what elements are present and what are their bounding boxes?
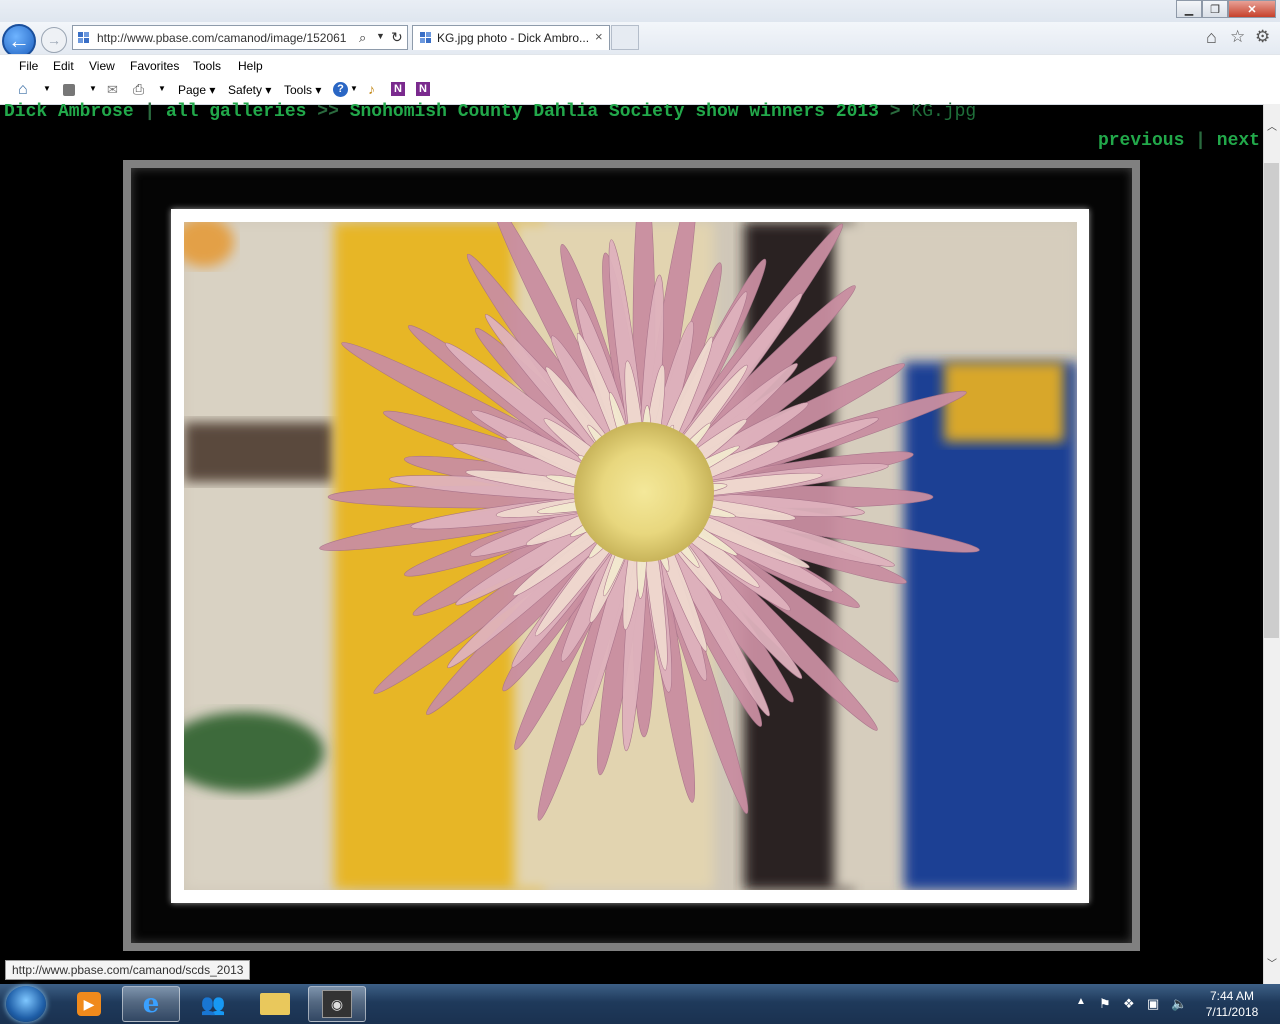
restore-button[interactable]: ❐: [1202, 0, 1228, 18]
show-hidden-icons[interactable]: ▲: [1076, 996, 1086, 1007]
restore-icon: ❐: [1210, 3, 1220, 16]
forward-button[interactable]: →: [41, 27, 67, 53]
mail-icon[interactable]: ✉: [107, 82, 118, 98]
safety-menu-label: Safety: [228, 83, 263, 97]
scroll-down-icon[interactable]: ﹀: [1267, 955, 1277, 970]
network-icon[interactable]: ▣: [1147, 996, 1159, 1012]
previous-link[interactable]: previous: [1098, 131, 1184, 151]
print-icon[interactable]: ⎙: [133, 81, 144, 98]
print-dropdown-icon[interactable]: ▼: [158, 84, 166, 93]
status-url-tooltip: http://www.pbase.com/camanod/scds_2013: [5, 960, 251, 980]
tab-close-icon[interactable]: ×: [595, 29, 603, 44]
system-clock[interactable]: 7:44 AM 7/11/2018: [1196, 988, 1268, 1020]
next-link[interactable]: next: [1217, 131, 1260, 151]
breadcrumb-separator: |: [133, 102, 167, 122]
address-bar[interactable]: http://www.pbase.com/camanod/image/15206…: [72, 25, 408, 50]
flag-icon[interactable]: ⚑: [1099, 996, 1111, 1012]
favorites-star-icon[interactable]: ☆: [1230, 27, 1245, 47]
page-menu-button[interactable]: Page ▾: [178, 83, 215, 97]
eye-icon: ◉: [322, 990, 352, 1018]
menu-view[interactable]: View: [89, 59, 115, 73]
breadcrumb-current-image: KG.jpg: [911, 102, 977, 122]
tab-active[interactable]: KG.jpg photo - Dick Ambro... ×: [412, 25, 610, 50]
breadcrumb-separator: >>: [306, 102, 350, 122]
menu-help[interactable]: Help: [238, 59, 263, 73]
pbase-tab-favicon-icon: [420, 32, 431, 43]
home-cmd-icon[interactable]: ⌂: [18, 81, 28, 99]
pbase-favicon-icon: [78, 32, 89, 43]
scrollbar-thumb[interactable]: [1264, 163, 1279, 638]
page-menu-label: Page: [178, 83, 207, 97]
menu-file[interactable]: File: [19, 59, 38, 73]
close-window-button[interactable]: ✕: [1228, 0, 1276, 18]
dahlia-photo[interactable]: [184, 222, 1077, 890]
taskbar-users-app[interactable]: 👥: [184, 986, 242, 1022]
home-dropdown-icon[interactable]: ▼: [43, 84, 51, 93]
taskbar-media-player[interactable]: ▶: [60, 986, 118, 1022]
back-button[interactable]: ←: [2, 24, 36, 58]
breadcrumb-all-galleries-link[interactable]: all galleries: [166, 102, 306, 122]
folder-icon: [260, 993, 290, 1015]
dahlia-photo-image: [184, 222, 1077, 890]
menu-bar: File Edit View Favorites Tools Help: [0, 54, 1280, 79]
menu-edit[interactable]: Edit: [53, 59, 74, 73]
volume-muted-icon[interactable]: 🔈: [1171, 996, 1187, 1012]
help-icon[interactable]: ?: [333, 82, 348, 97]
breadcrumb-owner-link[interactable]: Dick Ambrose: [4, 102, 134, 122]
navigation-bar: ← → http://www.pbase.com/camanod/image/1…: [0, 22, 1280, 58]
media-player-icon: ▶: [77, 992, 101, 1016]
internet-explorer-icon: e: [142, 989, 160, 1019]
window-title-bar: [0, 0, 1280, 22]
tools-menu-button[interactable]: Tools ▾: [284, 83, 321, 97]
home-icon[interactable]: ⌂: [1206, 27, 1217, 48]
close-icon: ✕: [1247, 3, 1257, 16]
menu-tools[interactable]: Tools: [193, 59, 221, 73]
users-icon: 👥: [200, 993, 226, 1016]
command-bar: ⌂ ▼ ▼ ✉ ⎙ ▼ Page ▾ Safety ▾ Tools ▾ ? ▼ …: [0, 78, 1280, 105]
taskbar: ▶ e 👥 ◉: [0, 984, 1280, 1024]
breadcrumb-separator: >: [878, 102, 912, 122]
scroll-up-icon[interactable]: ︿: [1267, 118, 1277, 133]
clock-date: 7/11/2018: [1205, 1005, 1259, 1019]
dropbox-icon[interactable]: ❖: [1123, 996, 1135, 1012]
taskbar-file-explorer[interactable]: [246, 986, 304, 1022]
taskbar-internet-explorer[interactable]: e: [122, 986, 180, 1022]
new-tab-button[interactable]: [611, 25, 639, 50]
settings-gear-icon[interactable]: ⚙: [1255, 27, 1270, 47]
clock-time: 7:44 AM: [1209, 989, 1255, 1003]
feeds-icon[interactable]: [63, 84, 75, 96]
onenote-linked-icon[interactable]: N: [416, 82, 430, 96]
search-icon[interactable]: ⌕: [359, 30, 366, 46]
dropdown-arrow-icon[interactable]: ▼: [376, 31, 385, 41]
refresh-icon[interactable]: ↻: [391, 29, 403, 46]
minimize-icon: ▁: [1184, 3, 1194, 16]
back-arrow-icon: ←: [8, 28, 30, 53]
dahlia-center: [574, 422, 714, 562]
image-pager: previous | next: [1098, 131, 1260, 151]
address-url: http://www.pbase.com/camanod/image/15206…: [97, 31, 347, 45]
menu-favorites[interactable]: Favorites: [130, 59, 179, 73]
tab-title: KG.jpg photo - Dick Ambro...: [437, 31, 590, 45]
research-icon[interactable]: ♪: [368, 81, 375, 97]
forward-arrow-icon: →: [47, 32, 61, 48]
minimize-button[interactable]: ▁: [1176, 0, 1202, 18]
tools-menu-label: Tools: [284, 83, 313, 97]
breadcrumb: Dick Ambrose | all galleries >> Snohomis…: [4, 102, 976, 122]
start-button[interactable]: [6, 986, 46, 1022]
help-dropdown-icon[interactable]: ▼: [350, 84, 358, 93]
safety-menu-button[interactable]: Safety ▾: [228, 83, 271, 97]
pager-separator: |: [1184, 131, 1217, 151]
onenote-send-icon[interactable]: N: [391, 82, 405, 96]
breadcrumb-gallery-link[interactable]: Snohomish County Dahlia Society show win…: [350, 102, 879, 122]
feeds-dropdown-icon[interactable]: ▼: [89, 84, 97, 93]
taskbar-photo-viewer[interactable]: ◉: [308, 986, 366, 1022]
